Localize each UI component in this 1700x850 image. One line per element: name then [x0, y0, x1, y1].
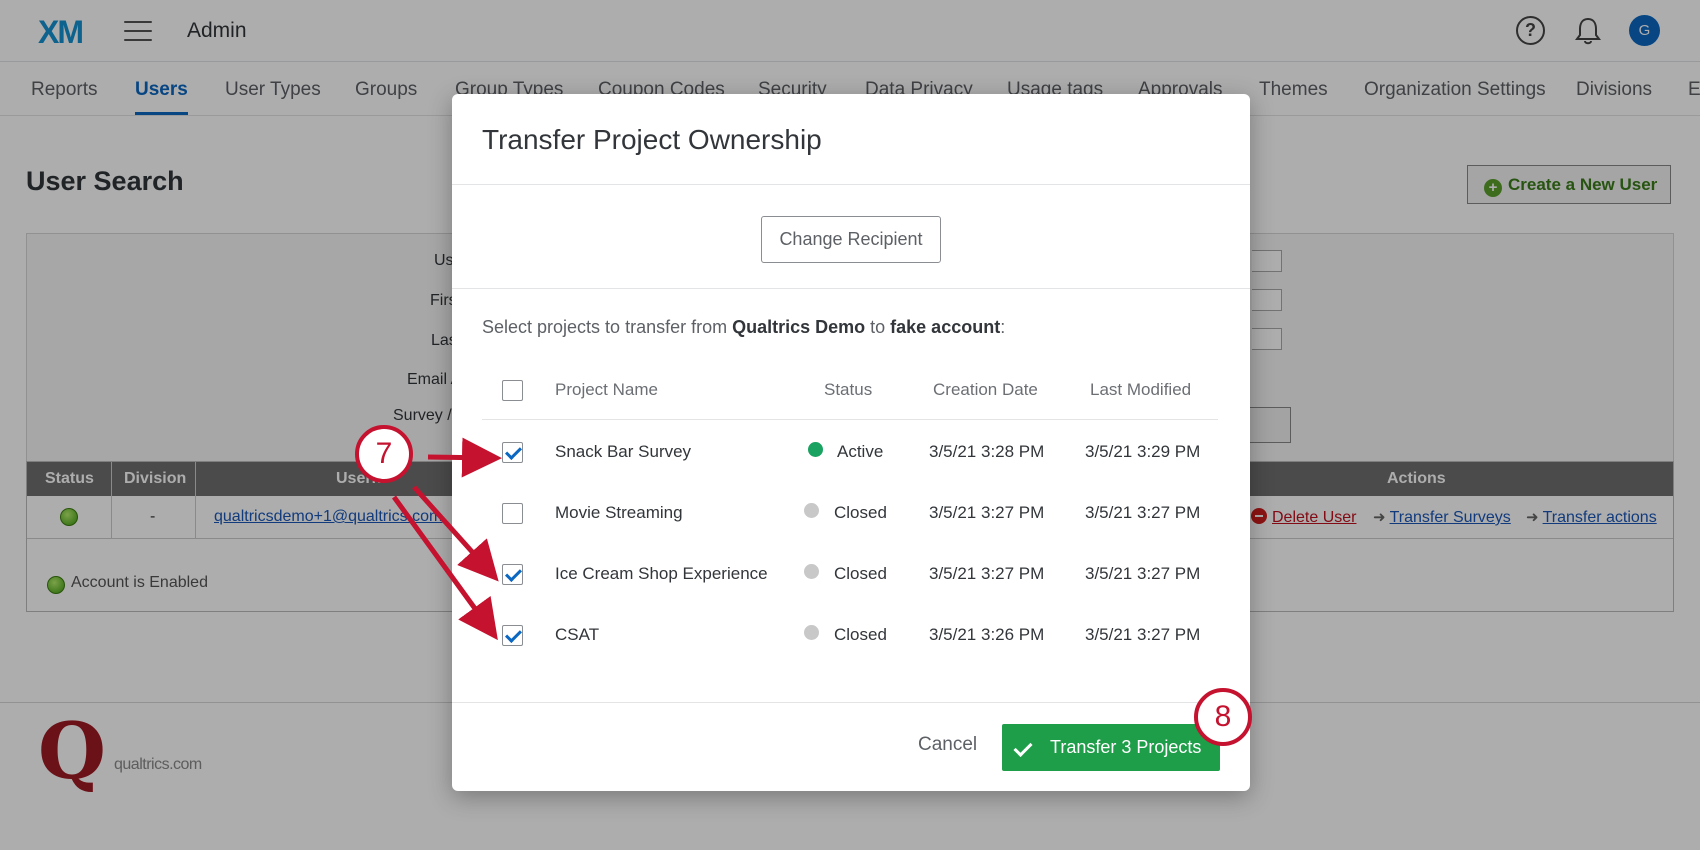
arrow-to-row-3 [412, 485, 499, 582]
step-callout-8: 8 [1194, 688, 1252, 746]
step-callout-7: 7 [355, 425, 413, 483]
arrow-to-row-1 [427, 437, 502, 478]
annotation-arrows [391, 437, 502, 641]
